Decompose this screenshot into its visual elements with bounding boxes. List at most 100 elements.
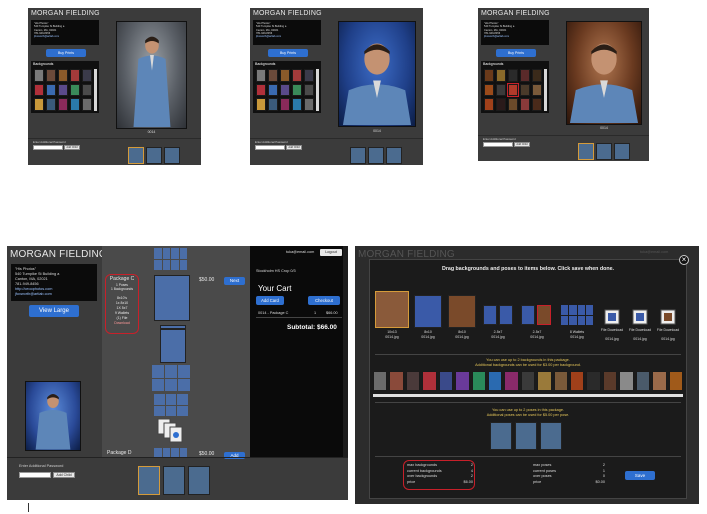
bg-swatch[interactable] — [256, 69, 266, 82]
bg-swatch[interactable] — [46, 98, 56, 111]
bg-swatch[interactable] — [520, 69, 530, 82]
checkout-button[interactable]: Checkout — [308, 296, 340, 305]
bg-swatch[interactable] — [570, 371, 585, 391]
pose-thumb[interactable] — [188, 466, 210, 495]
pose-thumb[interactable] — [596, 143, 612, 160]
item-8-wallets[interactable]: 8 Wallets 0014.jpg — [559, 291, 595, 339]
bg-swatch[interactable] — [496, 69, 506, 82]
item-8x10-a[interactable]: 8x10 0014.jpg — [413, 291, 443, 339]
pose-thumb[interactable] — [138, 466, 160, 495]
bg-swatch[interactable] — [256, 98, 266, 111]
bg-swatch[interactable] — [532, 98, 542, 111]
pose-thumb[interactable] — [386, 147, 402, 164]
bg-swatch[interactable] — [58, 83, 68, 97]
buy-prints-button[interactable]: Buy Prints — [496, 49, 536, 57]
add-child-button[interactable]: Add Child — [286, 145, 302, 150]
bg-swatch[interactable] — [292, 69, 302, 82]
buy-prints-button[interactable]: Buy Prints — [268, 49, 308, 57]
item-2-5x7-a[interactable]: 2-5x7 0014.jpg — [481, 291, 515, 339]
bg-swatch[interactable] — [304, 69, 314, 82]
backgrounds-hscrollbar[interactable] — [373, 394, 683, 397]
bg-swatch[interactable] — [652, 371, 667, 391]
bg-swatch[interactable] — [668, 371, 684, 391]
bg-swatch[interactable] — [280, 98, 290, 111]
pose-thumb[interactable] — [614, 143, 630, 160]
bg-swatch[interactable] — [46, 69, 56, 82]
bg-swatch[interactable] — [268, 98, 278, 111]
bg-swatch[interactable] — [46, 83, 56, 97]
bg-swatch[interactable] — [304, 98, 314, 111]
backgrounds-scrollbar[interactable] — [316, 69, 319, 111]
next-button[interactable]: Next — [224, 277, 245, 285]
bg-swatch[interactable] — [280, 69, 290, 82]
password-input[interactable] — [255, 145, 285, 150]
item-10x13[interactable]: 10x13 0014.jpg — [375, 291, 409, 339]
studio-email[interactable]: jfoxworth@artlab.com — [34, 35, 96, 38]
bg-swatch[interactable] — [268, 69, 278, 82]
bg-swatch[interactable] — [389, 371, 404, 391]
bg-swatch[interactable] — [82, 69, 92, 82]
portrait-photo[interactable] — [566, 21, 642, 125]
bg-swatch[interactable] — [34, 83, 44, 97]
bg-swatch[interactable] — [58, 98, 68, 111]
bg-swatch[interactable] — [280, 83, 290, 97]
buy-prints-button[interactable]: Buy Prints — [46, 49, 86, 57]
item-file-download-a[interactable]: File Download 0014.jpg — [599, 291, 625, 347]
pose-thumb[interactable] — [350, 147, 366, 164]
modal-close-button[interactable]: × — [679, 255, 689, 265]
bg-swatch[interactable] — [292, 98, 302, 111]
bg-swatch[interactable] — [532, 83, 542, 97]
pose-thumb[interactable] — [128, 147, 144, 164]
bg-swatch[interactable] — [373, 371, 388, 391]
bg-swatch[interactable] — [304, 83, 314, 97]
bg-swatch[interactable] — [455, 371, 470, 391]
bg-swatch[interactable] — [507, 82, 519, 98]
bg-swatch[interactable] — [602, 371, 618, 391]
bg-swatch[interactable] — [292, 83, 302, 97]
pose-thumb[interactable] — [515, 422, 537, 450]
bg-swatch[interactable] — [537, 371, 552, 391]
bg-swatch[interactable] — [438, 371, 454, 391]
bg-swatch[interactable] — [508, 69, 518, 82]
item-file-download-c[interactable]: File Download 0014.jpg — [655, 291, 681, 347]
bg-swatch[interactable] — [508, 98, 518, 111]
password-input[interactable] — [19, 472, 51, 478]
studio-email[interactable]: jfoxworth@artlab.com — [484, 35, 546, 38]
bg-swatch[interactable] — [484, 98, 494, 111]
item-8x10-b[interactable]: 8x10 0014.jpg — [447, 291, 477, 339]
bg-swatch[interactable] — [70, 98, 80, 111]
bg-swatch[interactable] — [484, 83, 494, 97]
bg-swatch[interactable] — [520, 98, 530, 111]
bg-swatch[interactable] — [82, 83, 92, 97]
pose-thumb[interactable] — [163, 466, 185, 495]
bg-swatch[interactable] — [487, 371, 503, 391]
save-button[interactable]: Save — [625, 471, 655, 480]
bg-swatch[interactable] — [70, 69, 80, 82]
password-input[interactable] — [483, 142, 513, 147]
studio-email[interactable]: jfoxworth@artlab.com — [256, 35, 318, 38]
item-2-5x7-b[interactable]: 2-5x7 0014.jpg — [519, 291, 555, 339]
pose-thumb[interactable] — [540, 422, 562, 450]
bg-swatch[interactable] — [520, 83, 530, 97]
item-file-download-b[interactable]: File Download 0014.jpg — [627, 291, 653, 347]
selected-portrait[interactable] — [25, 381, 81, 451]
bg-swatch[interactable] — [256, 83, 266, 97]
page-scrollbar[interactable] — [343, 246, 348, 457]
bg-swatch[interactable] — [496, 83, 506, 97]
bg-swatch[interactable] — [471, 371, 486, 391]
bg-swatch[interactable] — [619, 371, 634, 391]
pose-thumb[interactable] — [368, 147, 384, 164]
bg-swatch[interactable] — [58, 69, 68, 82]
studio-email[interactable]: jfoxworth@artlab.com — [15, 292, 93, 297]
bg-swatch[interactable] — [34, 98, 44, 111]
bg-swatch[interactable] — [520, 371, 536, 391]
bg-swatch[interactable] — [484, 69, 494, 82]
bg-swatch[interactable] — [586, 371, 601, 391]
bg-swatch[interactable] — [405, 371, 421, 391]
bg-swatch[interactable] — [268, 83, 278, 97]
add-child-button[interactable]: Add Child — [53, 472, 75, 478]
logout-button[interactable]: Logout — [320, 249, 342, 256]
view-large-button[interactable]: View Large — [29, 305, 79, 317]
backgrounds-scrollbar[interactable] — [94, 69, 97, 111]
pose-thumb[interactable] — [164, 147, 180, 164]
